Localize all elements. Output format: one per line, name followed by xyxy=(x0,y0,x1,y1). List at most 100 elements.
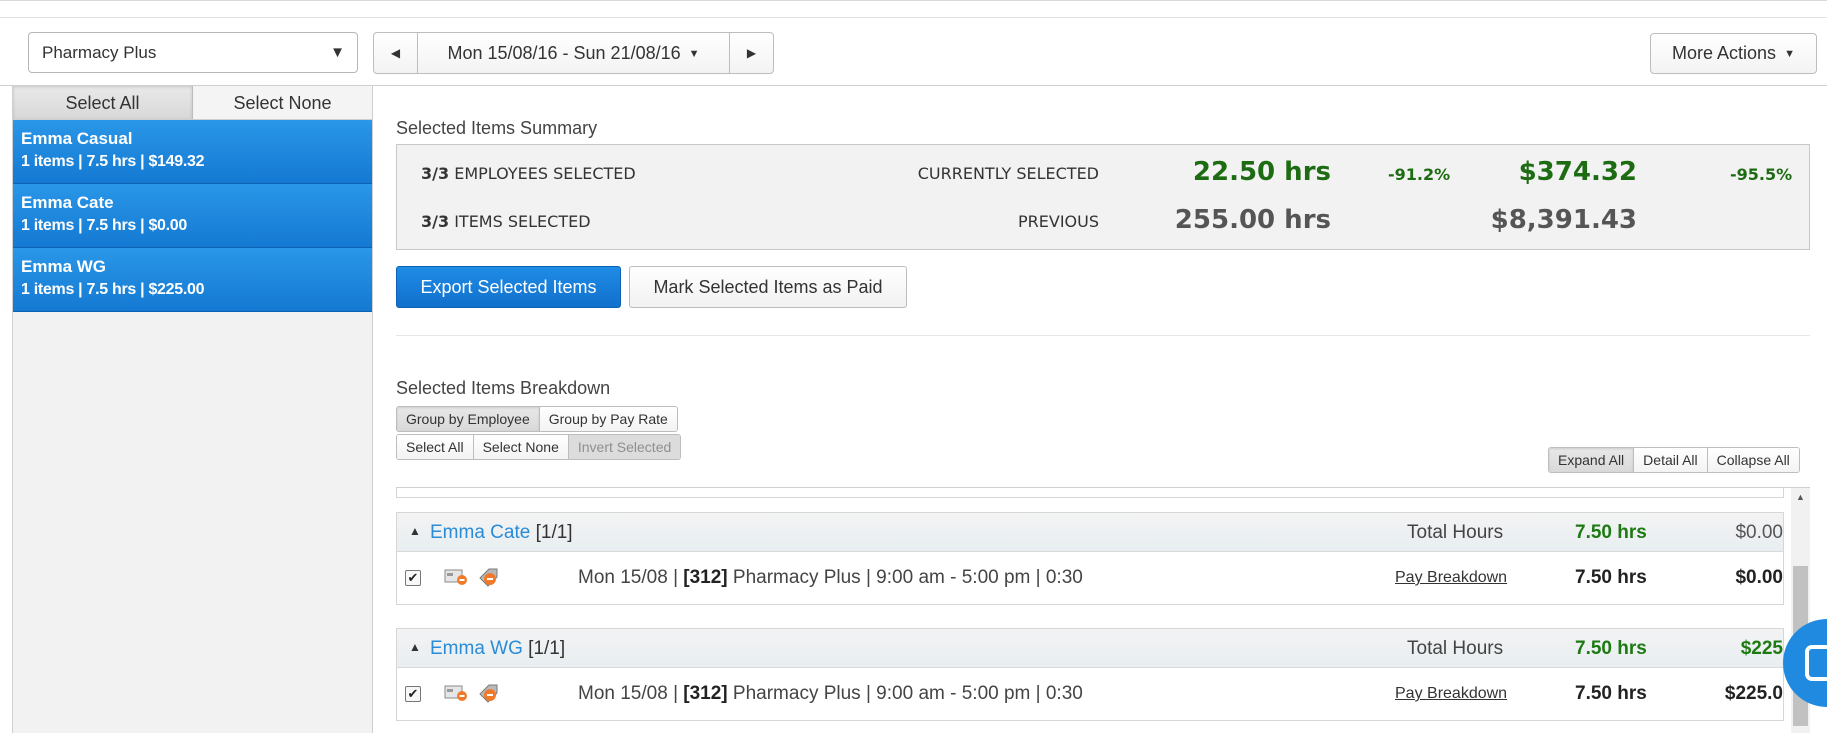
shift-description: Mon 15/08 | [312] Pharmacy Plus | 9:00 a… xyxy=(578,683,1083,705)
group-employee-name[interactable]: Emma Cate [1/1] xyxy=(430,522,573,544)
row-hours: 7.50 hrs xyxy=(1575,567,1647,588)
items-selected-label: ITEMS SELECTED xyxy=(454,212,591,231)
row-checkbox[interactable]: ✔ xyxy=(405,686,421,702)
more-actions-button[interactable]: More Actions ▼ xyxy=(1650,33,1817,74)
expand-all-button[interactable]: Expand All xyxy=(1549,448,1635,472)
previous-hours: 255.00 hrs xyxy=(1174,205,1331,235)
items-selected-count: 3/3 xyxy=(421,212,450,231)
items-selected: 3/3 ITEMS SELECTED xyxy=(421,212,591,231)
employee-sidebar: Select All Select None Emma Casual 1 ite… xyxy=(12,86,373,733)
row-hours: 7.50 hrs xyxy=(1575,683,1647,704)
group-total-hours: 7.50 hrs xyxy=(1575,638,1647,659)
export-selected-button[interactable]: Export Selected Items xyxy=(396,266,621,308)
scroll-up-arrow-icon[interactable]: ▲ xyxy=(1796,492,1805,502)
hours-change: -91.2% xyxy=(1388,165,1451,184)
mark-paid-button[interactable]: Mark Selected Items as Paid xyxy=(629,266,907,308)
collapse-triangle-icon[interactable]: ▲ xyxy=(409,524,421,538)
amount-change: -95.5% xyxy=(1730,165,1793,184)
group-total-hours: 7.50 hrs xyxy=(1575,522,1647,543)
group-employee-name[interactable]: Emma WG [1/1] xyxy=(430,638,565,660)
employees-selected-label: EMPLOYEES SELECTED xyxy=(454,164,636,183)
currently-selected-label: CURRENTLY SELECTED xyxy=(917,164,1099,183)
top-toolbar: Pharmacy Plus ▼ ◀ Mon 15/08/16 - Sun 21/… xyxy=(0,0,1827,86)
summary-title: Selected Items Summary xyxy=(396,118,598,138)
selection-tabs: Select All Select None xyxy=(13,86,372,120)
detail-all-button[interactable]: Detail All xyxy=(1634,448,1708,472)
shift-code: [312] xyxy=(683,683,728,704)
toolbar-divider xyxy=(0,17,1827,18)
employee-summary: 1 items | 7.5 hrs | $149.32 xyxy=(21,153,205,170)
cost-tag-icon[interactable] xyxy=(477,566,501,588)
pay-breakdown-link[interactable]: Pay Breakdown xyxy=(1395,569,1507,587)
date-range-label: Mon 15/08/16 - Sun 21/08/16 xyxy=(447,43,681,63)
pay-breakdown-link[interactable]: Pay Breakdown xyxy=(1395,685,1507,703)
group-by-toggle: Group by Employee Group by Pay Rate xyxy=(396,406,678,432)
cost-tag-icon[interactable] xyxy=(477,682,501,704)
group-by-employee-button[interactable]: Group by Employee xyxy=(397,407,540,431)
chevron-right-icon: ▶ xyxy=(746,46,757,60)
previous-week-button[interactable]: ◀ xyxy=(374,33,418,73)
total-hours-label: Total Hours xyxy=(1407,522,1504,543)
breakdown-title: Selected Items Breakdown xyxy=(396,378,611,398)
shift-date: Mon 15/08 | xyxy=(578,567,684,588)
row-amount: $0.00 xyxy=(1735,567,1783,588)
date-navigator: ◀ Mon 15/08/16 - Sun 21/08/16 ▼ ▶ xyxy=(373,32,774,74)
shift-description: Mon 15/08 | [312] Pharmacy Plus | 9:00 a… xyxy=(578,567,1083,589)
employee-list-item[interactable]: Emma WG 1 items | 7.5 hrs | $225.00 xyxy=(13,248,372,312)
previous-label: PREVIOUS xyxy=(1018,212,1099,231)
chat-icon xyxy=(1805,645,1827,681)
employee-summary: 1 items | 7.5 hrs | $0.00 xyxy=(21,217,188,234)
group-employee-link[interactable]: Emma Cate xyxy=(430,522,530,543)
shift-details: Pharmacy Plus | 9:00 am - 5:00 pm | 0:30 xyxy=(727,683,1083,704)
group-count: [1/1] xyxy=(528,638,566,659)
dropdown-caret-icon: ▼ xyxy=(330,44,345,61)
group-header[interactable]: ▲ Emma Cate [1/1] Total Hours 7.50 hrs $… xyxy=(397,513,1783,552)
row-checkbox[interactable]: ✔ xyxy=(405,570,421,586)
location-select[interactable]: Pharmacy Plus ▼ xyxy=(28,32,358,73)
employees-selected-count: 3/3 xyxy=(421,164,450,183)
employees-selected: 3/3 EMPLOYEES SELECTED xyxy=(421,164,636,183)
employee-group: ▲ Emma Cate [1/1] Total Hours 7.50 hrs $… xyxy=(396,512,1784,605)
group-by-pay-rate-button[interactable]: Group by Pay Rate xyxy=(539,407,677,431)
employee-list-item[interactable]: Emma Cate 1 items | 7.5 hrs | $0.00 xyxy=(13,184,372,248)
previous-amount: $8,391.43 xyxy=(1490,205,1637,235)
item-selection-group: Select All Select None Invert Selected xyxy=(396,434,682,460)
shift-code: [312] xyxy=(683,567,728,588)
timesheet-card-icon[interactable] xyxy=(444,568,468,586)
breakdown-list: ▲ Emma Cate [1/1] Total Hours 7.50 hrs $… xyxy=(396,487,1810,733)
timesheet-row: ✔ Mon 15/08 | [312] Pharmacy Plus | 9:00… xyxy=(397,552,1783,605)
expand-collapse-group: Expand All Detail All Collapse All xyxy=(1548,447,1800,473)
total-hours-label: Total Hours xyxy=(1407,638,1504,659)
group-header[interactable]: ▲ Emma WG [1/1] Total Hours 7.50 hrs $22… xyxy=(397,629,1783,668)
employee-group: ▲ Emma WG [1/1] Total Hours 7.50 hrs $22… xyxy=(396,628,1784,721)
location-select-value: Pharmacy Plus xyxy=(42,43,157,62)
employee-name: Emma Cate xyxy=(21,193,114,212)
group-total-amount: $0.00 xyxy=(1735,522,1783,543)
employee-list-item[interactable]: Emma Casual 1 items | 7.5 hrs | $149.32 xyxy=(13,120,372,184)
sidebar-select-none-button[interactable]: Select None xyxy=(193,86,372,119)
timesheet-card-icon[interactable] xyxy=(444,684,468,702)
select-all-items-button[interactable]: Select All xyxy=(397,435,474,459)
next-week-button[interactable]: ▶ xyxy=(729,33,773,73)
selected-items-summary: 3/3 EMPLOYEES SELECTED 3/3 ITEMS SELECTE… xyxy=(396,144,1810,250)
main-content: Selected Items Summary 3/3 EMPLOYEES SEL… xyxy=(396,86,1812,733)
employee-name: Emma Casual xyxy=(21,129,133,148)
select-none-items-button[interactable]: Select None xyxy=(473,435,569,459)
employee-name: Emma WG xyxy=(21,257,107,276)
chevron-left-icon: ◀ xyxy=(390,46,401,60)
group-employee-link[interactable]: Emma WG xyxy=(430,638,523,659)
invert-selected-button[interactable]: Invert Selected xyxy=(568,435,681,459)
sidebar-select-all-button[interactable]: Select All xyxy=(13,86,193,119)
caret-down-icon: ▼ xyxy=(688,48,700,60)
group-count: [1/1] xyxy=(535,522,573,543)
previous-group-edge xyxy=(396,488,1784,498)
collapse-all-button[interactable]: Collapse All xyxy=(1707,448,1799,472)
more-actions-label: More Actions xyxy=(1672,43,1777,63)
employee-summary: 1 items | 7.5 hrs | $225.00 xyxy=(21,281,205,298)
current-hours: 22.50 hrs xyxy=(1192,157,1331,187)
current-amount: $374.32 xyxy=(1518,157,1637,187)
shift-date: Mon 15/08 | xyxy=(578,683,684,704)
section-divider xyxy=(396,335,1810,336)
date-range-picker[interactable]: Mon 15/08/16 - Sun 21/08/16 ▼ xyxy=(418,33,729,73)
collapse-triangle-icon[interactable]: ▲ xyxy=(409,640,421,654)
